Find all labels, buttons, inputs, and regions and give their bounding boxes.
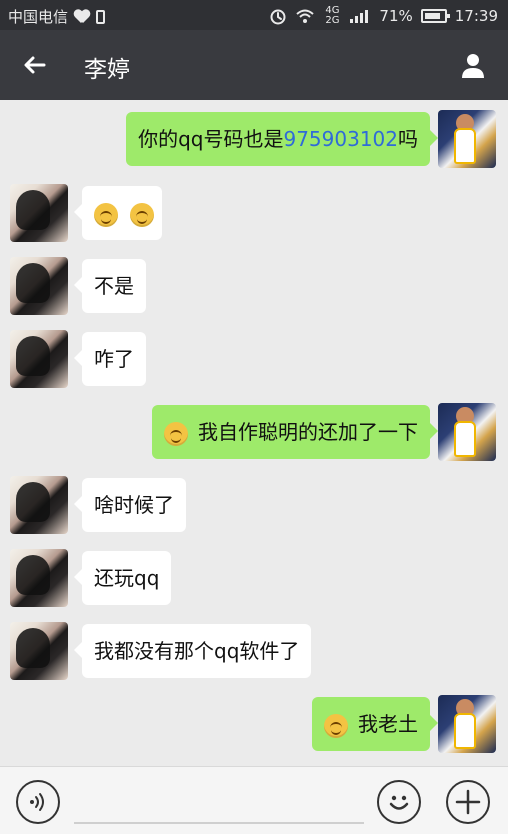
message-text: 我都没有那个qq软件了: [94, 639, 300, 663]
blush-emoji-icon: [323, 713, 348, 738]
message-text: 还玩qq: [94, 566, 160, 590]
contact-avatar[interactable]: [10, 476, 68, 534]
smile-emoji-icon: [130, 202, 155, 227]
contact-avatar[interactable]: [10, 330, 68, 388]
avatar-jersey: [454, 713, 476, 749]
avatar-hair: [16, 336, 50, 376]
chat-header: 李婷: [0, 30, 508, 100]
input-bar: [0, 766, 508, 834]
back-arrow-icon[interactable]: [20, 50, 50, 80]
message-bubble-incoming[interactable]: 我都没有那个qq软件了: [73, 624, 312, 678]
status-left: 中国电信: [8, 6, 106, 27]
message-text: 你的qq号码也是: [138, 127, 284, 151]
chat-area: 你的qq号码也是975903102吗 不是 咋了 我自作聪明的还加了一下 啥时候…: [0, 100, 508, 766]
profile-icon[interactable]: [458, 50, 488, 80]
more-button[interactable]: [446, 780, 490, 824]
my-avatar[interactable]: [438, 695, 496, 753]
status-right: 4G 2G 71% 17:39: [269, 6, 498, 26]
avatar-jersey: [454, 421, 476, 457]
plus-icon: [455, 789, 481, 815]
time: 17:39: [454, 7, 498, 25]
message-text: 吗: [398, 127, 418, 151]
phone-number-link[interactable]: 975903102: [283, 127, 398, 151]
my-avatar[interactable]: [438, 110, 496, 168]
avatar-hair: [16, 263, 50, 303]
emoji-button[interactable]: [377, 780, 421, 824]
avatar-hair: [16, 190, 50, 230]
smirk-emoji-icon: [163, 421, 188, 446]
alarm-icon: [270, 9, 286, 25]
sim-icon: [96, 9, 106, 24]
emoji-icon: [389, 795, 409, 810]
message-bubble-incoming[interactable]: 啥时候了: [74, 478, 186, 532]
message-text: 咋了: [94, 347, 134, 371]
contact-avatar[interactable]: [10, 184, 68, 242]
heart-icon: [74, 10, 90, 24]
message-bubble-outgoing[interactable]: 你的qq号码也是975903102吗: [126, 112, 438, 166]
avatar-hair: [16, 482, 50, 522]
battery-icon: [420, 9, 450, 23]
signal-icon: [350, 10, 369, 23]
avatar-jersey: [454, 128, 476, 164]
message-bubble-incoming[interactable]: 还玩qq: [73, 551, 172, 605]
message-text: 我自作聪明的还加了一下: [198, 420, 418, 444]
battery-percent: 71%: [379, 7, 413, 25]
message-bubble-outgoing[interactable]: 我老土: [311, 697, 439, 751]
avatar-hair: [16, 555, 50, 595]
message-bubble-incoming[interactable]: 咋了: [74, 332, 146, 386]
contact-title: 李婷: [84, 57, 130, 83]
message-text: 不是: [94, 274, 134, 298]
message-bubble-incoming[interactable]: 不是: [74, 259, 146, 313]
contact-avatar[interactable]: [10, 622, 68, 680]
contact-avatar[interactable]: [10, 257, 68, 315]
voice-icon: [30, 793, 44, 811]
message-bubble-incoming[interactable]: [74, 186, 162, 240]
my-avatar[interactable]: [438, 403, 496, 461]
status-bar: 中国电信 4G 2G 71% 17:39: [0, 0, 508, 30]
carrier-name: 中国电信: [8, 8, 69, 26]
avatar-hair: [16, 628, 50, 668]
smile-emoji-icon: [94, 202, 118, 227]
voice-button[interactable]: [16, 780, 60, 824]
message-bubble-outgoing[interactable]: 我自作聪明的还加了一下: [151, 405, 439, 459]
message-text: 我老土: [358, 712, 418, 736]
contact-avatar[interactable]: [10, 549, 68, 607]
message-input[interactable]: [74, 822, 364, 824]
wifi-icon: [296, 9, 315, 23]
network-type: 4G 2G: [325, 5, 340, 26]
message-text: 啥时候了: [94, 493, 174, 517]
